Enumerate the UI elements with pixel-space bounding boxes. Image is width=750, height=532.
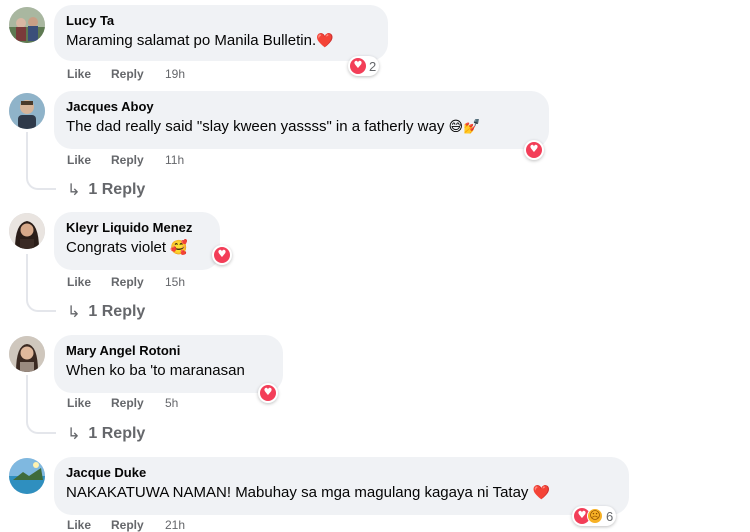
reaction-summary[interactable]: ♥ 2 xyxy=(348,56,380,76)
avatar[interactable] xyxy=(9,458,45,494)
view-replies-link[interactable]: ↳ 1 Reply xyxy=(67,302,145,321)
thread-line xyxy=(26,132,28,178)
thread-connector xyxy=(26,420,56,434)
heart-icon: ♥ xyxy=(214,247,230,263)
like-button[interactable]: Like xyxy=(67,396,111,410)
reaction-summary[interactable]: ♥ xyxy=(258,383,278,403)
replies-count: 1 Reply xyxy=(88,302,146,320)
thread-connector xyxy=(26,298,56,312)
comment-timestamp[interactable]: 19h xyxy=(165,67,185,81)
comment-timestamp[interactable]: 11h xyxy=(165,153,184,167)
heart-icon: ♥ xyxy=(350,58,366,74)
comment-author[interactable]: Mary Angel Rotoni xyxy=(66,343,271,359)
reply-button[interactable]: Reply xyxy=(111,396,165,410)
comment-author[interactable]: Kleyr Liquido Menez xyxy=(66,220,208,236)
avatar[interactable] xyxy=(9,336,45,372)
replies-count: 1 Reply xyxy=(88,424,146,442)
comment-actions: Like Reply 21h xyxy=(67,518,185,532)
comment-bubble: Jacque Duke NAKAKATUWA NAMAN! Mabuhay sa… xyxy=(54,457,629,515)
reply-arrow-icon: ↳ xyxy=(67,302,81,321)
avatar[interactable] xyxy=(9,7,45,43)
comment-actions: Like Reply 19h xyxy=(67,67,185,81)
comment-timestamp[interactable]: 5h xyxy=(165,396,178,410)
reaction-summary[interactable]: ♥ ☹ 6 xyxy=(572,506,617,526)
avatar[interactable] xyxy=(9,213,45,249)
comment-text: The dad really said "slay kween yassss" … xyxy=(66,118,481,135)
like-button[interactable]: Like xyxy=(67,518,111,532)
replies-count: 1 Reply xyxy=(88,180,146,198)
heart-icon: ♥ xyxy=(526,142,542,158)
thread-line xyxy=(26,375,28,422)
comment-text: Congrats violet 🥰 xyxy=(66,239,188,256)
comment-author[interactable]: Jacque Duke xyxy=(66,465,617,481)
like-button[interactable]: Like xyxy=(67,275,111,289)
reaction-count: 6 xyxy=(606,508,614,524)
comment-author[interactable]: Jacques Aboy xyxy=(66,99,537,115)
comment-timestamp[interactable]: 21h xyxy=(165,518,185,532)
view-replies-link[interactable]: ↳ 1 Reply xyxy=(67,424,145,443)
avatar[interactable] xyxy=(9,93,45,129)
red-heart-emoji: ❤️ xyxy=(532,485,551,501)
reaction-summary[interactable]: ♥ xyxy=(524,140,544,160)
reply-button[interactable]: Reply xyxy=(111,518,165,532)
sad-icon: ☹ xyxy=(587,508,603,524)
heart-icon: ♥ xyxy=(260,385,276,401)
comment-bubble: Lucy Ta Maraming salamat po Manila Bulle… xyxy=(54,5,388,61)
reply-arrow-icon: ↳ xyxy=(67,180,81,199)
comment-text: Maraming salamat po Manila Bulletin.❤️ xyxy=(66,32,334,49)
reply-button[interactable]: Reply xyxy=(111,67,165,81)
comment-bubble: Kleyr Liquido Menez Congrats violet 🥰 xyxy=(54,212,220,270)
comment-actions: Like Reply 11h xyxy=(67,153,184,167)
reply-arrow-icon: ↳ xyxy=(67,424,81,443)
reply-button[interactable]: Reply xyxy=(111,153,165,167)
comment-author[interactable]: Lucy Ta xyxy=(66,13,376,29)
smiling-hearts-emoji: 🥰 xyxy=(170,240,188,256)
red-heart-emoji: ❤️ xyxy=(316,33,334,49)
comment-text: When ko ba 'to maranasan xyxy=(66,362,245,379)
comment-actions: Like Reply 15h xyxy=(67,275,185,289)
comment-text: NAKAKATUWA NAMAN! Mabuhay sa mga magulan… xyxy=(66,484,551,501)
like-button[interactable]: Like xyxy=(67,153,111,167)
thread-connector xyxy=(26,176,56,190)
like-button[interactable]: Like xyxy=(67,67,111,81)
sweat-smile-nail-polish-emoji: 😅💅 xyxy=(448,119,481,135)
reply-button[interactable]: Reply xyxy=(111,275,165,289)
comment-bubble: Mary Angel Rotoni When ko ba 'to maranas… xyxy=(54,335,283,393)
view-replies-link[interactable]: ↳ 1 Reply xyxy=(67,180,145,199)
comment-item: Lucy Ta Maraming salamat po Manila Bulle… xyxy=(0,0,750,88)
comment-bubble: Jacques Aboy The dad really said "slay k… xyxy=(54,91,549,149)
reaction-count: 2 xyxy=(369,58,377,74)
comment-actions: Like Reply 5h xyxy=(67,396,178,410)
comment-timestamp[interactable]: 15h xyxy=(165,275,185,289)
reaction-summary[interactable]: ♥ xyxy=(212,245,232,265)
thread-line xyxy=(26,254,28,300)
